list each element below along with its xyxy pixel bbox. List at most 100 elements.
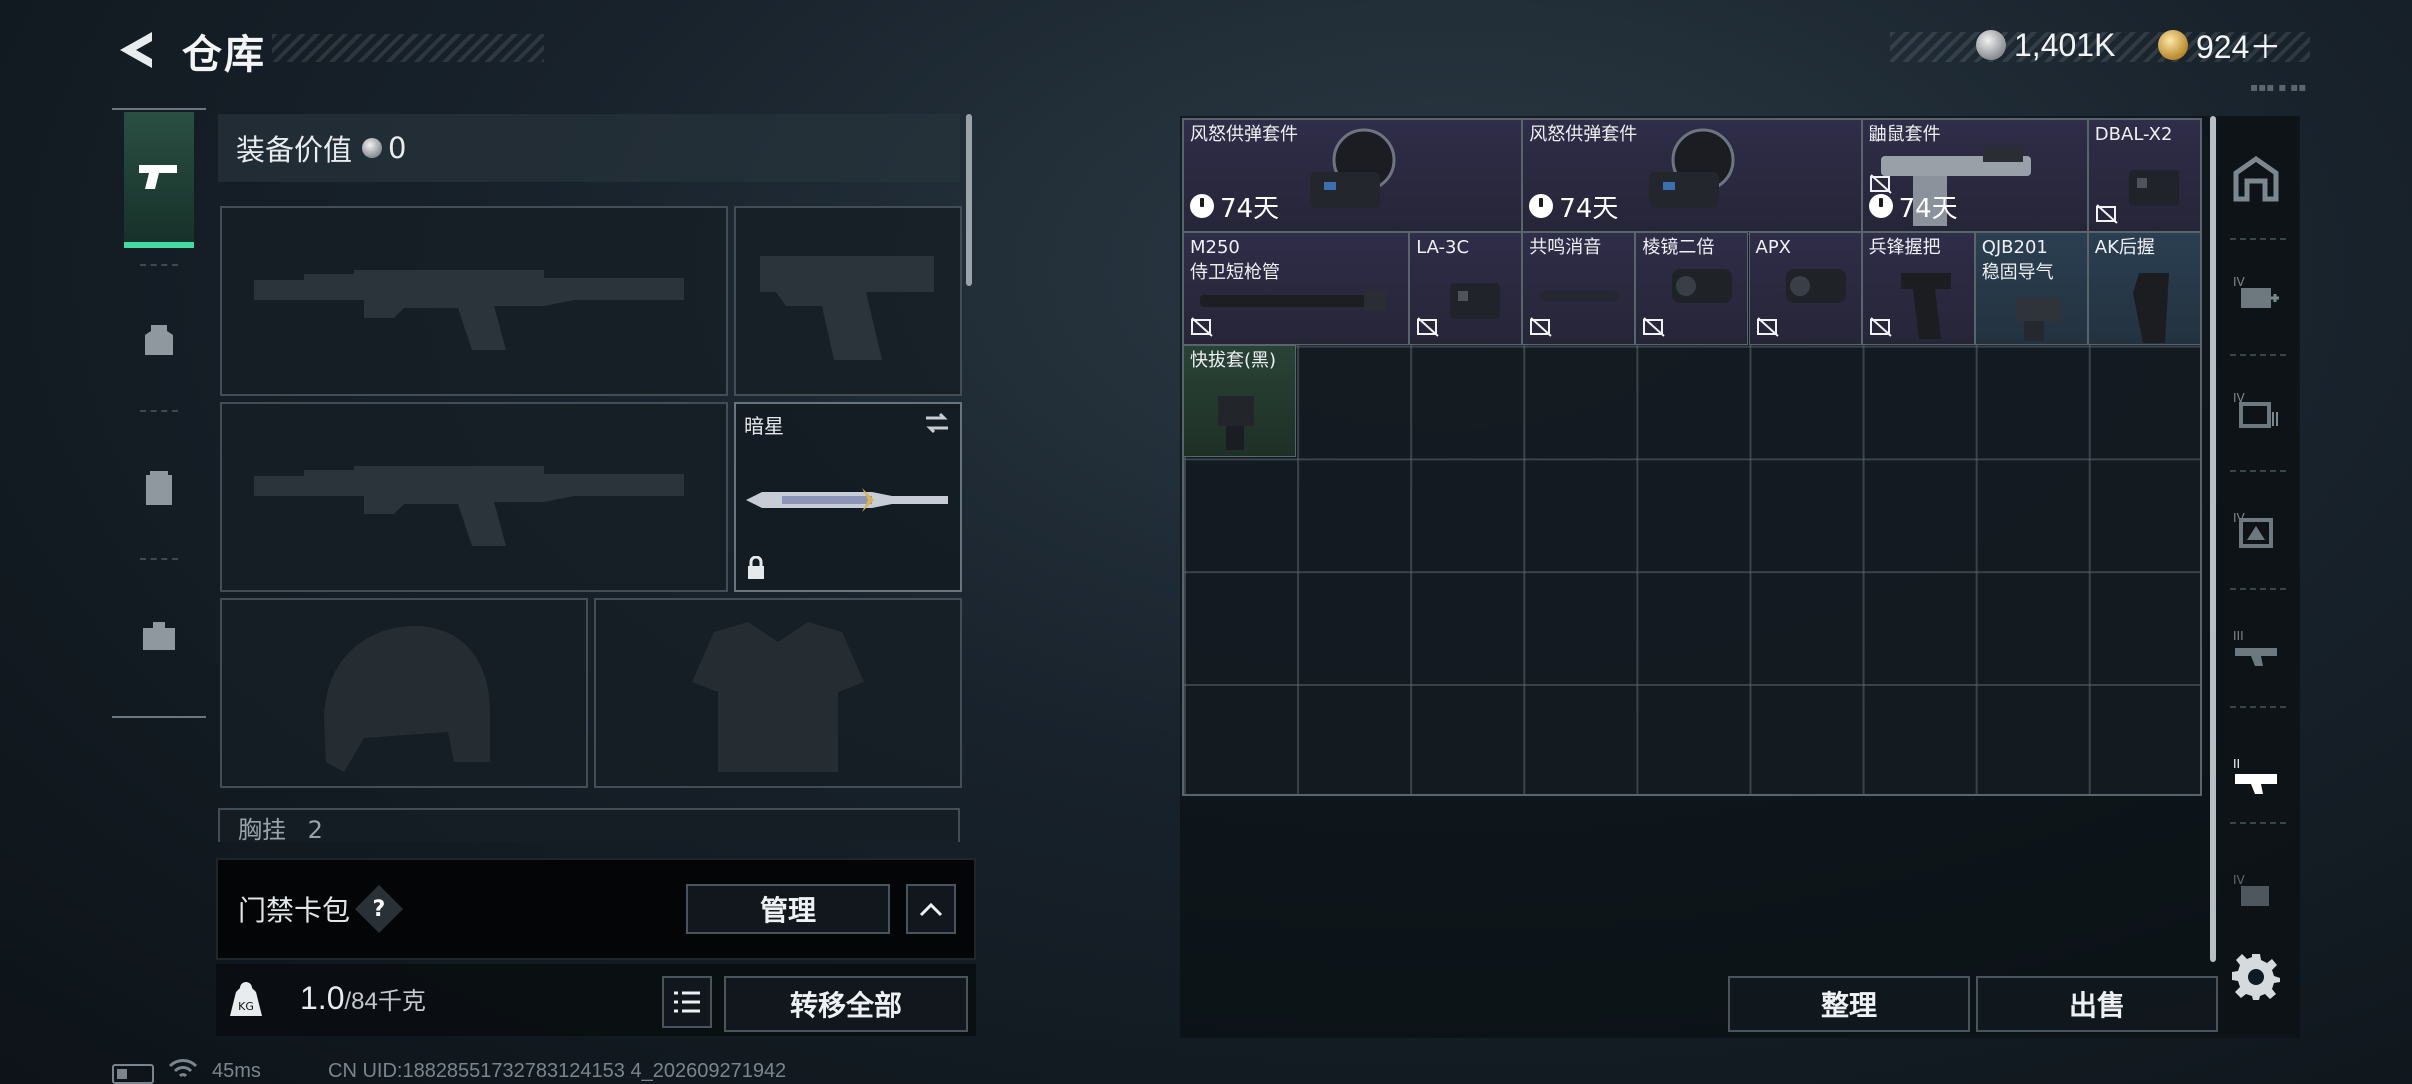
- storage-item[interactable]: 棱镜二倍: [1635, 231, 1749, 345]
- melee-slot[interactable]: 暗星: [734, 402, 962, 592]
- storage-item[interactable]: M250 侍卫短枪管: [1183, 231, 1410, 345]
- sort-button[interactable]: 整理: [1728, 976, 1970, 1032]
- storage-item[interactable]: 快拔套(黑): [1183, 344, 1297, 458]
- storage-item[interactable]: 共鸣消音: [1522, 231, 1636, 345]
- holster-icon: [1218, 395, 1254, 450]
- silver-coin-icon: [1976, 30, 2006, 60]
- loadout-scrollbar[interactable]: [966, 114, 972, 286]
- nav-toolbox[interactable]: [124, 570, 194, 700]
- weight-capacity: /84千克: [344, 988, 426, 1015]
- no-insurance-icon: [1530, 316, 1552, 337]
- loadout-category-nav: [112, 108, 206, 718]
- rail-tier4-medical[interactable]: IV: [2226, 264, 2286, 324]
- storage-scrollbar[interactable]: [2210, 116, 2216, 962]
- nav-container[interactable]: [124, 422, 194, 552]
- home-icon: [2233, 155, 2279, 202]
- sidearm-slot[interactable]: [734, 206, 962, 396]
- storage-item[interactable]: 风怒供弹套件 74天: [1183, 119, 1523, 232]
- corner-mark: ▪▪▪ ▪ ▪▪: [2250, 80, 2307, 94]
- no-insurance-icon: [1191, 316, 1213, 337]
- rail-tier4-misc[interactable]: IV: [2226, 862, 2286, 922]
- clock-icon: [1529, 194, 1554, 219]
- armor-slot[interactable]: [594, 598, 962, 788]
- item-timer-value: 74天: [1559, 193, 1619, 224]
- item-name: 棱镜二倍: [1642, 236, 1715, 258]
- rail-all-items[interactable]: [2226, 150, 2286, 210]
- chest-rig-row[interactable]: 胸挂 2: [218, 808, 960, 842]
- item-name: 共鸣消音: [1529, 236, 1602, 258]
- clock-icon: [1190, 194, 1214, 219]
- gold-currency-value: 924＋: [2196, 29, 2282, 65]
- no-insurance-icon: [1417, 316, 1439, 337]
- weight-kg-icon: KG: [230, 982, 262, 1016]
- storage-item[interactable]: 鼬鼠套件 74天: [1861, 119, 2088, 232]
- equipment-value-bar: 装备价值 0: [218, 114, 960, 182]
- equipment-value-label: 装备价值: [236, 133, 353, 167]
- rail-tier4-ammo[interactable]: IV: [2226, 380, 2286, 440]
- list-view-button[interactable]: [662, 976, 712, 1028]
- value-coin-icon: [362, 138, 383, 158]
- drum-magazine-kit-icon: [1310, 128, 1396, 208]
- tier4-attachment-icon: IV: [2233, 511, 2273, 548]
- item-timer-value: 74天: [1898, 193, 1958, 224]
- helmet-silhouette-icon: [324, 626, 490, 772]
- svg-text:III: III: [2233, 629, 2244, 643]
- rail-tier4-attachments[interactable]: IV: [2226, 500, 2286, 560]
- tier4-medkit-icon: IV: [2233, 275, 2279, 308]
- title-decoration: [272, 34, 544, 62]
- list-icon: [674, 991, 700, 1013]
- item-timer: 74天: [1190, 188, 1279, 225]
- gold-coin-icon: [2158, 30, 2188, 60]
- storage-item[interactable]: 兵锋握把: [1861, 231, 1975, 345]
- collapse-button[interactable]: [906, 884, 956, 934]
- storage-item[interactable]: AK后握: [2087, 231, 2201, 345]
- item-name: 风怒供弹套件: [1529, 124, 1638, 145]
- rail-tier2-weapons-active[interactable]: II: [2226, 746, 2286, 806]
- nav-weapons[interactable]: [124, 112, 194, 248]
- item-name: AK后握: [2094, 236, 2155, 258]
- storage-item[interactable]: APX: [1748, 231, 1862, 345]
- item-name: 快拔套(黑): [1190, 349, 1277, 371]
- secondary-weapon-slot[interactable]: [220, 402, 728, 592]
- item-name: DBAL-X2: [2094, 124, 2173, 145]
- scope-icon: [1672, 268, 1733, 303]
- help-icon[interactable]: ?: [354, 884, 404, 934]
- item-name: 鼬鼠套件: [1868, 124, 1941, 145]
- page-title: 仓库: [182, 32, 266, 78]
- equipment-value: 0: [388, 131, 407, 165]
- item-name: LA-3C: [1416, 236, 1470, 258]
- no-insurance-icon: [2095, 204, 2118, 224]
- back-arrow-icon[interactable]: [112, 26, 160, 74]
- item-name: QJB201: [1981, 236, 2048, 258]
- grip-icon: [1900, 272, 1951, 339]
- rifle-silhouette-icon: [254, 270, 684, 350]
- item-timer-value: 74天: [1220, 193, 1280, 224]
- backpack-icon: [145, 325, 173, 355]
- helmet-slot[interactable]: [220, 598, 588, 788]
- wifi-icon: [168, 1059, 198, 1078]
- item-name: 风怒供弹套件: [1190, 124, 1298, 145]
- manage-button[interactable]: 管理: [686, 884, 890, 934]
- rail-tier3-weapons[interactable]: III: [2226, 618, 2286, 678]
- gold-currency[interactable]: 924＋: [2158, 24, 2281, 66]
- pistol-grip-icon: [2132, 272, 2169, 343]
- sell-button[interactable]: 出售: [1976, 976, 2218, 1032]
- primary-weapon-slot[interactable]: [220, 206, 728, 396]
- nav-gear[interactable]: [124, 274, 194, 404]
- storage-item[interactable]: DBAL-X2: [2087, 119, 2201, 232]
- transfer-all-button[interactable]: 转移全部: [724, 976, 968, 1032]
- knife-icon: [746, 488, 948, 512]
- latency: 45ms: [212, 1060, 261, 1082]
- item-subname: 稳固导气: [1981, 261, 2054, 283]
- storage-item[interactable]: 风怒供弹套件 74天: [1522, 119, 1862, 232]
- swap-icon[interactable]: [922, 412, 952, 434]
- storage-item[interactable]: QJB201 稳固导气: [1974, 231, 2088, 345]
- tier4-ammo-icon: IV: [2233, 391, 2278, 428]
- silver-currency[interactable]: 1,401K: [1976, 24, 2115, 66]
- gear-icon[interactable]: [2232, 952, 2280, 1000]
- storage-item[interactable]: LA-3C: [1409, 231, 1523, 345]
- item-name: APX: [1755, 236, 1792, 258]
- vest-silhouette-icon: [692, 622, 864, 772]
- case-icon: [146, 471, 172, 505]
- toolbox-icon: [143, 622, 175, 650]
